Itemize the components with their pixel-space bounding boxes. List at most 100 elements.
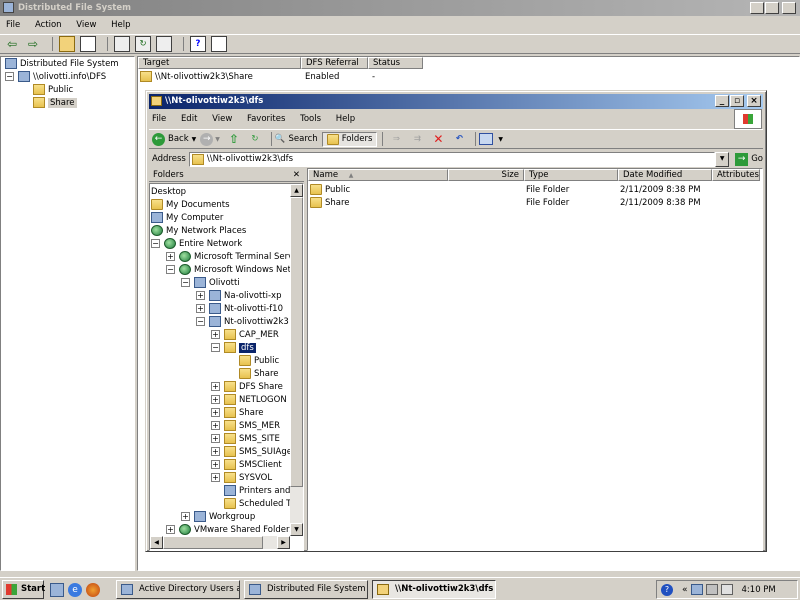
table-row[interactable]: \\Nt-olivottiw2k3\Share Enabled - xyxy=(140,71,375,84)
expand-icon[interactable]: + xyxy=(211,395,220,404)
tree-item-sms-suiagent[interactable]: + SMS_SUIAgent xyxy=(211,446,301,459)
menu-file[interactable]: File xyxy=(6,20,20,30)
minimize-button[interactable]: _ xyxy=(715,95,729,107)
tree-item-dfs-root[interactable]: Distributed File System xyxy=(5,58,119,71)
tree-item-nt-olivottiw2k3[interactable]: − Nt-olivottiw2k3 xyxy=(196,316,289,329)
menu-help[interactable]: Help xyxy=(336,114,355,124)
expand-icon[interactable]: + xyxy=(166,525,175,534)
expand-icon[interactable]: + xyxy=(196,304,205,313)
tree-item-workgroup[interactable]: + Workgroup xyxy=(181,511,255,524)
start-button[interactable]: Start xyxy=(2,580,45,599)
tree-item-my-computer[interactable]: My Computer xyxy=(151,212,223,225)
maximize-button[interactable]: ▫ xyxy=(730,95,744,107)
close-button[interactable]: × xyxy=(747,95,761,107)
copy-to-icon[interactable]: ⇉ xyxy=(409,131,425,147)
search-button[interactable]: 🔍 Search xyxy=(275,134,318,144)
expand-icon[interactable]: + xyxy=(166,252,175,261)
action-pane-icon[interactable] xyxy=(211,36,227,52)
tree-item-windows-network[interactable]: − Microsoft Windows Network xyxy=(166,264,303,277)
refresh-icon[interactable]: ↻ xyxy=(135,36,151,52)
properties-icon[interactable] xyxy=(114,36,130,52)
expand-icon[interactable]: + xyxy=(211,460,220,469)
list-item[interactable]: Public File Folder 2/11/2009 8:38 PM xyxy=(310,184,714,197)
move-to-icon[interactable]: ⇒ xyxy=(388,131,404,147)
collapse-icon[interactable]: − xyxy=(151,239,160,248)
tree-item-share[interactable]: + Share xyxy=(211,407,264,420)
help-icon[interactable]: ? xyxy=(190,36,206,52)
col-date-modified[interactable]: Date Modified xyxy=(618,169,712,181)
tree-item-public[interactable]: Public xyxy=(33,84,73,97)
scroll-thumb[interactable] xyxy=(290,197,303,487)
dropdown-arrow-icon[interactable]: ▼ xyxy=(498,136,503,143)
collapse-icon[interactable]: − xyxy=(166,265,175,274)
col-size[interactable]: Size xyxy=(448,169,524,181)
col-type[interactable]: Type xyxy=(524,169,618,181)
scroll-up-button[interactable]: ▲ xyxy=(290,184,303,197)
clock[interactable]: 4:10 PM xyxy=(742,585,776,595)
go-button[interactable]: → Go xyxy=(735,152,763,166)
tree-item-cap-mer[interactable]: + CAP_MER xyxy=(211,329,279,342)
expand-icon[interactable]: + xyxy=(211,473,220,482)
show-tree-icon[interactable] xyxy=(80,36,96,52)
address-input[interactable]: \\Nt-olivottiw2k3\dfs xyxy=(188,151,716,167)
tree-item-dfs-public[interactable]: Public xyxy=(239,355,279,368)
internet-explorer-icon[interactable]: e xyxy=(68,582,82,597)
tree-item-nt-olivotti-f10[interactable]: + Nt-olivotti-f10 xyxy=(196,303,283,316)
menu-view[interactable]: View xyxy=(212,114,232,124)
vmware-tray-icon[interactable] xyxy=(705,584,718,595)
tree-item-dfs-namespace[interactable]: − \\olivotti.info\DFS xyxy=(5,71,106,84)
expand-icon[interactable]: + xyxy=(211,447,220,456)
expand-icon[interactable]: + xyxy=(211,421,220,430)
maximize-button[interactable]: ▫ xyxy=(765,2,779,14)
expand-icon[interactable]: + xyxy=(211,330,220,339)
tree-item-smsclient[interactable]: + SMSClient xyxy=(211,459,282,472)
address-dropdown-button[interactable]: ▼ xyxy=(715,151,730,167)
col-target[interactable]: Target xyxy=(138,57,301,69)
up-folder-icon[interactable] xyxy=(59,36,75,52)
tree-item-desktop[interactable]: Desktop xyxy=(151,186,186,199)
tree-item-dfs-share[interactable]: Share xyxy=(239,368,279,381)
tree-item-netlogon[interactable]: + NETLOGON xyxy=(211,394,287,407)
up-folder-icon[interactable]: ⇧ xyxy=(226,131,242,147)
collapse-icon[interactable]: − xyxy=(5,72,14,81)
expand-icon[interactable]: + xyxy=(181,512,190,521)
menu-file[interactable]: File xyxy=(152,114,166,124)
menu-view[interactable]: View xyxy=(76,20,96,30)
folders-button[interactable]: Folders xyxy=(321,131,378,147)
minimize-button[interactable]: _ xyxy=(750,2,764,14)
views-icon[interactable] xyxy=(479,133,494,145)
menu-favorites[interactable]: Favorites xyxy=(247,114,285,124)
tree-item-na-olivotti-xp[interactable]: + Na-olivotti-xp xyxy=(196,290,281,303)
expand-icon[interactable]: + xyxy=(211,434,220,443)
help-icon[interactable]: ? xyxy=(661,583,673,596)
menu-edit[interactable]: Edit xyxy=(181,114,197,124)
expand-icon[interactable]: + xyxy=(211,382,220,391)
scroll-thumb[interactable] xyxy=(163,536,263,549)
back-arrow-icon[interactable]: ⇦ xyxy=(4,36,20,52)
refresh-icon[interactable]: ↻ xyxy=(247,131,263,147)
close-button[interactable]: × xyxy=(782,2,796,14)
tree-item-dfs-share-root[interactable]: + DFS Share xyxy=(211,381,283,394)
collapse-icon[interactable]: − xyxy=(181,278,190,287)
taskbar-dfs[interactable]: Distributed File System xyxy=(244,580,368,599)
menu-action[interactable]: Action xyxy=(35,20,62,30)
forward-arrow-icon[interactable]: ⇨ xyxy=(25,36,41,52)
export-list-icon[interactable] xyxy=(156,36,172,52)
col-status[interactable]: Status xyxy=(368,57,423,69)
tree-item-sms-site[interactable]: + SMS_SITE xyxy=(211,433,280,446)
tree-item-olivotti[interactable]: − Olivotti xyxy=(181,277,240,290)
col-dfs-referral[interactable]: DFS Referral xyxy=(301,57,368,69)
expand-icon[interactable]: + xyxy=(211,408,220,417)
tree-item-sms-mer[interactable]: + SMS_MER xyxy=(211,420,280,433)
show-desktop-icon[interactable] xyxy=(50,582,64,597)
taskbar-active-directory[interactable]: Active Directory Users a... xyxy=(116,580,240,599)
scroll-right-button[interactable]: ▶ xyxy=(277,536,290,549)
scroll-left-button[interactable]: ◀ xyxy=(150,536,163,549)
list-item[interactable]: Share File Folder 2/11/2009 8:38 PM xyxy=(310,197,714,210)
collapse-icon[interactable]: − xyxy=(211,343,220,352)
menu-help[interactable]: Help xyxy=(111,20,130,30)
scroll-down-button[interactable]: ▼ xyxy=(290,523,303,536)
network-tray-icon[interactable] xyxy=(690,584,703,595)
tree-item-terminal-services[interactable]: + Microsoft Terminal Services xyxy=(166,251,303,264)
show-tray-chevron-icon[interactable]: « xyxy=(682,585,688,595)
